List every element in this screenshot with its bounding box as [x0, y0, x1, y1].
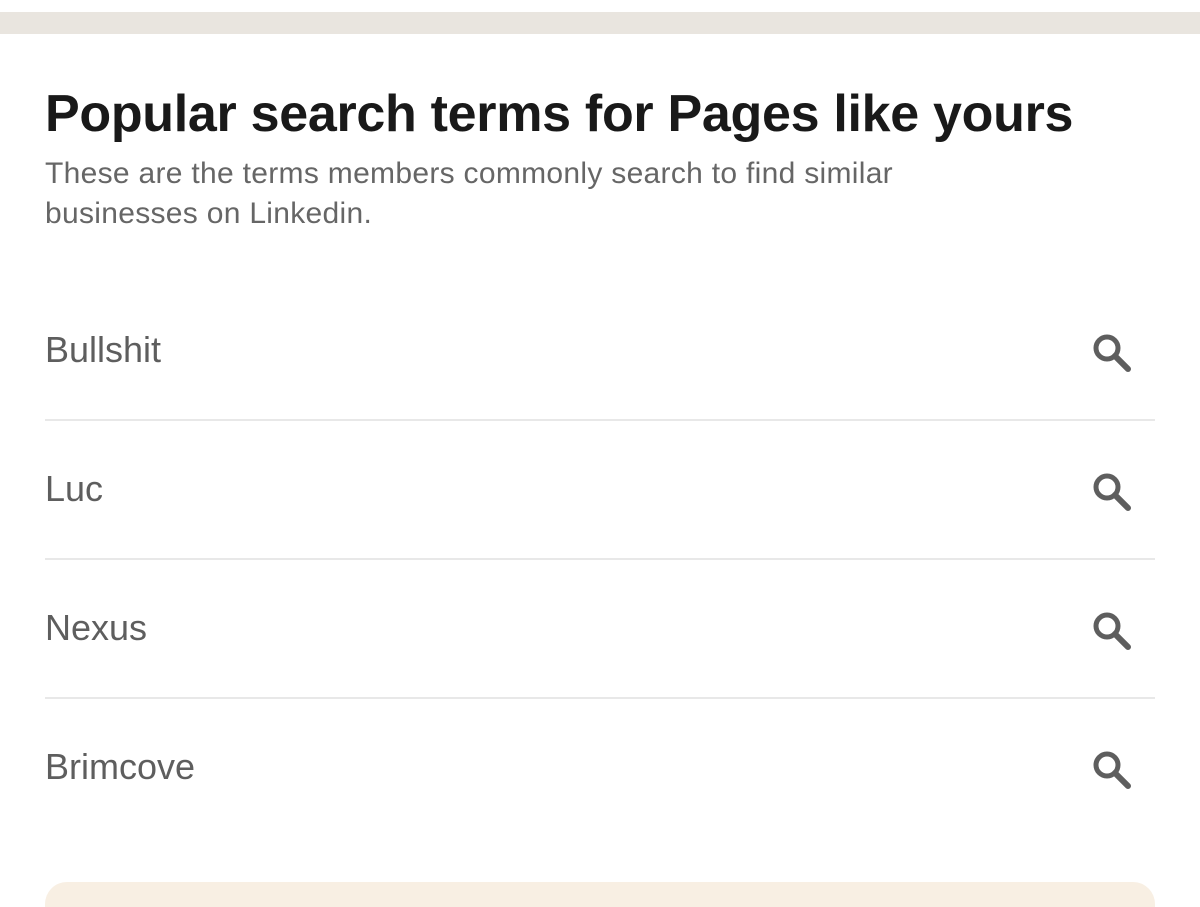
section-subtitle: These are the terms members commonly sea…: [45, 157, 893, 230]
search-term-row[interactable]: Luc: [45, 421, 1155, 560]
page: Popular search terms for Pages like your…: [0, 0, 1200, 907]
search-term-label: Nexus: [45, 607, 148, 648]
section-title: Popular search terms for Pages like your…: [45, 85, 1074, 143]
info-banner: [45, 882, 1155, 907]
search-term-row[interactable]: Brimcove: [45, 699, 1155, 838]
search-terms-card: Popular search terms for Pages like your…: [45, 82, 1155, 234]
search-icon[interactable]: [1091, 749, 1133, 791]
search-term-label: Luc: [45, 468, 104, 509]
search-icon[interactable]: [1091, 332, 1133, 374]
search-term-row[interactable]: Nexus: [45, 560, 1155, 699]
search-icon[interactable]: [1091, 471, 1133, 513]
search-terms-list: Bullshit Luc Nexus Brimcove: [45, 282, 1155, 838]
search-term-label: Bullshit: [45, 329, 162, 370]
search-term-label: Brimcove: [45, 746, 196, 787]
search-term-row[interactable]: Bullshit: [45, 282, 1155, 421]
top-divider-band: [0, 12, 1200, 34]
search-icon[interactable]: [1091, 610, 1133, 652]
